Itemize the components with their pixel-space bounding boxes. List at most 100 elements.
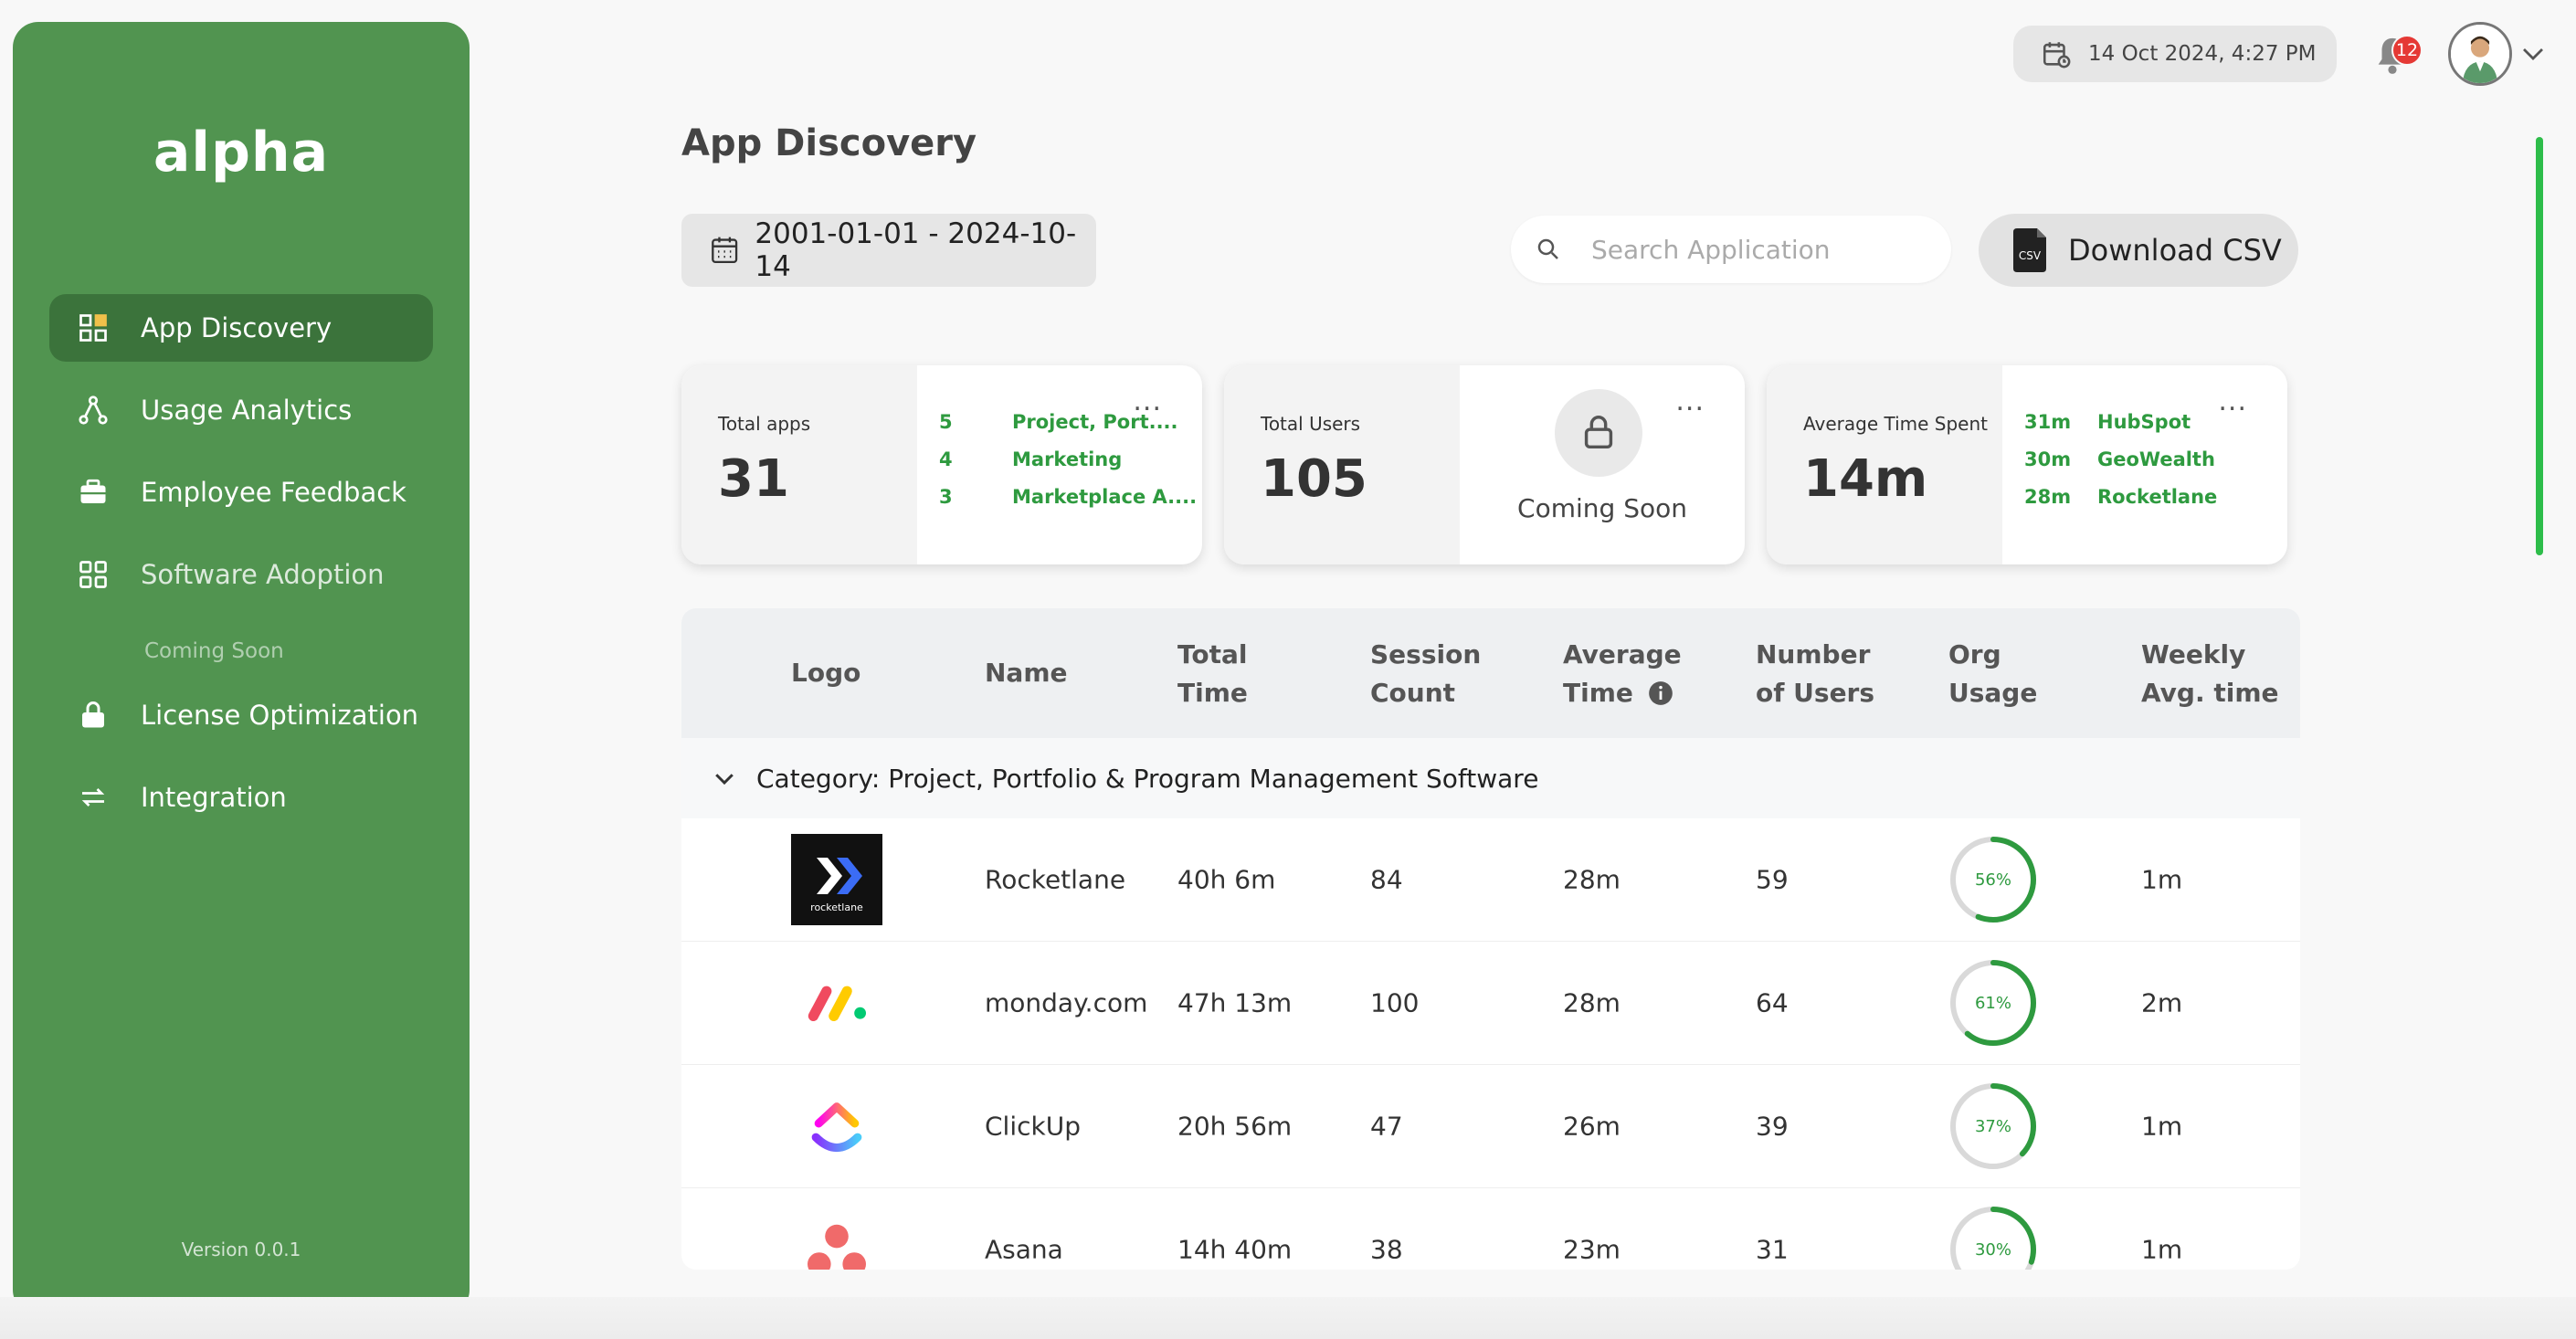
total-time: 40h 6m: [1177, 864, 1276, 895]
list-item-label: GeoWealth: [2097, 448, 2215, 470]
list-item-count: 4: [939, 448, 953, 470]
notification-badge: 12: [2391, 35, 2423, 66]
card-value: 105: [1261, 449, 1367, 509]
org-usage-value: 37%: [1974, 1116, 2011, 1136]
list-item: 28m Rocketlane: [2024, 486, 2217, 523]
table-row[interactable]: monday.com 47h 13m 100 28m 64 61% 2m: [681, 942, 2300, 1065]
column-header-average-time[interactable]: Average Time: [1563, 636, 1682, 712]
column-header-number-of-users[interactable]: Number of Users: [1756, 636, 1874, 712]
weekly-avg-time: 2m: [2141, 987, 2183, 1018]
sidebar-item-integration[interactable]: Integration: [49, 764, 433, 831]
category-label: Category: Project, Portfolio & Program M…: [756, 763, 1539, 794]
list-item: 30m GeoWealth: [2024, 448, 2217, 486]
app-name[interactable]: ClickUp: [985, 1112, 1081, 1142]
number-of-users: 64: [1756, 987, 1789, 1018]
number-of-users: 59: [1756, 864, 1789, 895]
sidebar-item-label: Software Adoption: [141, 559, 385, 590]
date-range-picker[interactable]: 2001-01-01 - 2024-10-14: [681, 214, 1096, 287]
chevron-down-icon[interactable]: [711, 764, 738, 792]
average-time-card: Average Time Spent 14m ... 31m HubSpot 30…: [1767, 365, 2287, 564]
apps-table: Logo Name Total Time Session Count Average…: [681, 608, 2300, 1270]
sidebar-item-usage-analytics[interactable]: Usage Analytics: [49, 376, 433, 444]
list-item-label: Rocketlane: [2097, 486, 2218, 508]
column-header-session-count[interactable]: Session Count: [1370, 636, 1481, 712]
list-item-count: 30m: [2024, 448, 2072, 470]
org-usage-ring: 30%: [1948, 1204, 2039, 1270]
list-item: 31m HubSpot: [2024, 411, 2217, 448]
sidebar-item-app-discovery[interactable]: App Discovery: [49, 294, 433, 362]
session-count: 84: [1370, 864, 1403, 895]
list-item-label: Marketplace A....: [1012, 486, 1198, 508]
sidebar-item-label: Employee Feedback: [141, 477, 406, 508]
search-input[interactable]: [1589, 233, 1918, 266]
average-time: 26m: [1563, 1111, 1621, 1142]
table-row[interactable]: Asana 14h 40m 38 23m 31 30% 1m: [681, 1188, 2300, 1270]
more-options-icon[interactable]: ...: [2218, 385, 2247, 417]
list-item-count: 31m: [2024, 411, 2072, 433]
list-item-count: 5: [939, 411, 953, 433]
scrollbar-thumb[interactable]: [2536, 137, 2543, 555]
org-usage-value: 61%: [1974, 993, 2011, 1013]
list-item-label: HubSpot: [2097, 411, 2191, 433]
list-item: 5 Project, Port....: [939, 411, 1197, 448]
column-header-name[interactable]: Name: [985, 654, 1068, 692]
sidebar: alpha App Discovery Usage Analytics Empl…: [13, 22, 470, 1315]
number-of-users: 39: [1756, 1111, 1789, 1142]
average-time: 23m: [1563, 1234, 1621, 1265]
lock-icon: [1555, 389, 1642, 477]
download-csv-button[interactable]: CSV Download CSV: [1979, 214, 2298, 287]
table-row[interactable]: rocketlane Rocketlane 40h 6m 84 28m 59 5…: [681, 818, 2300, 942]
org-usage-value: 56%: [1974, 870, 2011, 890]
card-value: 14m: [1803, 449, 1928, 509]
calendar-clock-icon: [2043, 42, 2071, 69]
grid-icon: [73, 308, 113, 348]
app-name[interactable]: Asana: [985, 1235, 1063, 1265]
csv-file-icon: CSV: [2013, 228, 2046, 272]
session-count: 100: [1370, 987, 1420, 1018]
session-count: 47: [1370, 1111, 1403, 1142]
card-label: Total Users: [1261, 413, 1361, 435]
sidebar-item-label: App Discovery: [141, 312, 333, 343]
sidebar-item-employee-feedback[interactable]: Employee Feedback: [49, 459, 433, 526]
info-icon[interactable]: [1648, 680, 1673, 706]
briefcase-icon: [73, 472, 113, 512]
sidebar-item-label: License Optimization: [141, 700, 419, 731]
weekly-avg-time: 1m: [2141, 1234, 2183, 1265]
sidebar-item-label: Usage Analytics: [141, 395, 353, 426]
brand-logo: alpha: [153, 121, 330, 185]
download-csv-label: Download CSV: [2068, 233, 2282, 268]
table-row[interactable]: ClickUp 20h 56m 47 26m 39 37% 1m: [681, 1065, 2300, 1188]
card-breakdown-list: 5 Project, Port.... 4 Marketing 3 Marketpla…: [939, 411, 1197, 523]
coming-soon-text: Coming Soon: [1517, 493, 1687, 523]
app-name[interactable]: monday.com: [985, 988, 1147, 1018]
org-usage-ring: 56%: [1948, 834, 2039, 925]
sidebar-item-license-optimization[interactable]: License Optimization: [49, 681, 433, 749]
sidebar-item-software-adoption[interactable]: Software Adoption: [49, 541, 433, 608]
csv-icon-text: CSV: [2019, 249, 2042, 262]
nodes-icon: [73, 390, 113, 430]
column-header-org-usage[interactable]: Org Usage: [1948, 636, 2037, 712]
list-item-label: Marketing: [1012, 448, 1123, 470]
more-options-icon[interactable]: ...: [1675, 385, 1705, 417]
datetime-text: 14 Oct 2024, 4:27 PM: [2088, 42, 2317, 66]
chevron-down-icon[interactable]: [2519, 42, 2547, 66]
coming-soon-label: Coming Soon: [144, 639, 284, 663]
session-count: 38: [1370, 1234, 1403, 1265]
avatar[interactable]: [2448, 22, 2512, 86]
clickup-logo: [791, 1081, 882, 1172]
column-header-weekly-avg-time[interactable]: Weekly Avg. time: [2141, 636, 2279, 712]
list-item: 4 Marketing: [939, 448, 1197, 486]
category-row[interactable]: Category: Project, Portfolio & Program M…: [681, 738, 2300, 818]
app-name[interactable]: Rocketlane: [985, 865, 1125, 895]
column-header-total-time[interactable]: Total Time: [1177, 636, 1248, 712]
asana-logo: [791, 1204, 882, 1270]
list-item: 3 Marketplace A....: [939, 486, 1197, 523]
total-apps-card: Total apps 31 ... 5 Project, Port.... 4 Ma…: [681, 365, 1202, 564]
calendar-icon: [712, 237, 738, 264]
page-title: App Discovery: [681, 122, 977, 164]
total-time: 14h 40m: [1177, 1234, 1293, 1265]
search-icon: [1537, 238, 1558, 259]
search-bar[interactable]: [1511, 216, 1951, 283]
list-item-count: 3: [939, 486, 953, 508]
weekly-avg-time: 1m: [2141, 1111, 2183, 1142]
